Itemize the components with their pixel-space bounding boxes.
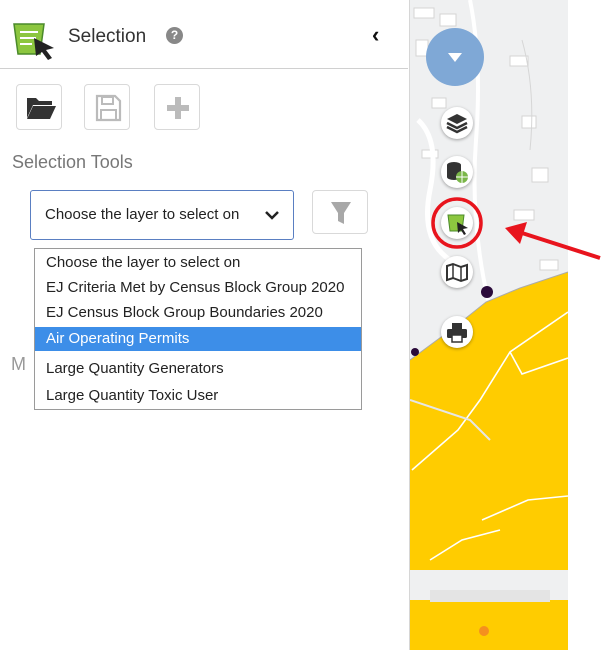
annotation-overlay (431, 197, 601, 260)
arrow-annotation-icon (521, 231, 601, 260)
highlight-circle-annotation (431, 197, 483, 249)
